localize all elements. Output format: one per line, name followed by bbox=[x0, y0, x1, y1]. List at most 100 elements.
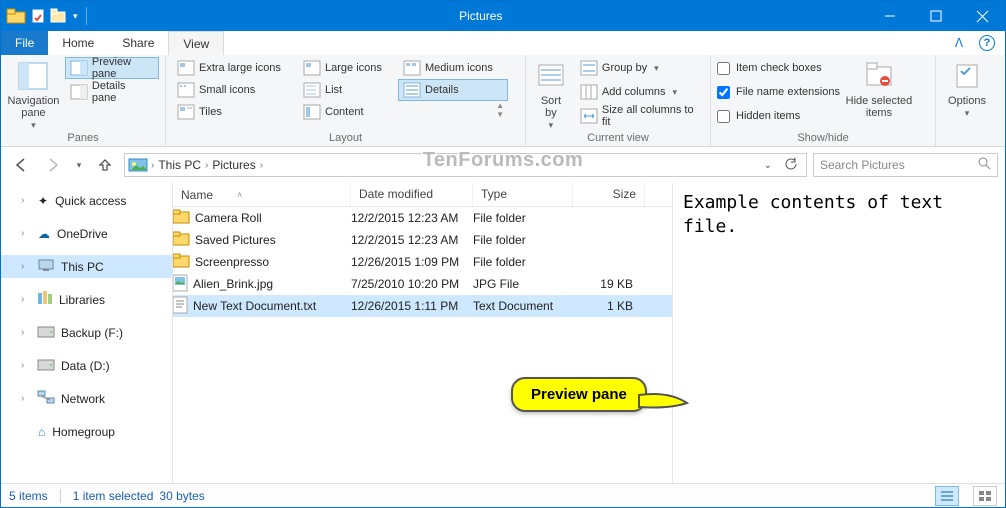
back-button[interactable] bbox=[8, 152, 34, 178]
size-columns-button[interactable]: Size all columns to fit bbox=[575, 105, 704, 127]
scroll-up-icon[interactable]: ▲ bbox=[496, 101, 504, 110]
group-by-button[interactable]: Group by▾ bbox=[575, 57, 704, 79]
group-options: Options ▾ bbox=[936, 55, 996, 146]
main-area: ›✦Quick access ›☁OneDrive ›This PC ›Libr… bbox=[1, 183, 1005, 483]
txt-icon bbox=[173, 297, 187, 316]
refresh-icon[interactable] bbox=[780, 157, 802, 174]
layout-tiles[interactable]: Tiles bbox=[172, 101, 298, 123]
nav-data-drive[interactable]: ›Data (D:) bbox=[1, 354, 172, 377]
status-selected-size: 30 bytes bbox=[159, 489, 204, 503]
ribbon-tabs: File Home Share View ᐱ ? bbox=[1, 31, 1005, 55]
search-placeholder: Search Pictures bbox=[820, 158, 905, 172]
nav-network[interactable]: ›Network bbox=[1, 387, 172, 410]
file-list: Name˄ Date modified Type Size Camera Rol… bbox=[173, 183, 672, 483]
properties-icon[interactable] bbox=[31, 9, 45, 23]
table-row[interactable]: Screenpresso12/26/2015 1:09 PMFile folde… bbox=[173, 251, 672, 273]
title-bar: ▾ Pictures bbox=[1, 1, 1005, 31]
tab-file[interactable]: File bbox=[1, 31, 48, 55]
table-row[interactable]: Camera Roll12/2/2015 12:23 AMFile folder bbox=[173, 207, 672, 229]
group-show-hide: Item check boxes File name extensions Hi… bbox=[711, 55, 936, 146]
table-row[interactable]: New Text Document.txt12/26/2015 1:11 PMT… bbox=[173, 295, 672, 317]
item-check-boxes-toggle[interactable]: Item check boxes bbox=[717, 57, 840, 79]
layout-large[interactable]: Large icons bbox=[298, 57, 398, 79]
navigation-bar: ▾ › This PC › Pictures › ⌄ Search Pictur… bbox=[1, 147, 1005, 183]
nav-quick-access[interactable]: ›✦Quick access bbox=[1, 189, 172, 212]
layout-small[interactable]: Small icons bbox=[172, 79, 298, 101]
navigation-pane-button[interactable]: Navigation pane ▾ bbox=[7, 57, 60, 131]
layout-content[interactable]: Content bbox=[298, 101, 398, 123]
table-row[interactable]: Saved Pictures12/2/2015 12:23 AMFile fol… bbox=[173, 229, 672, 251]
sort-by-button[interactable]: Sort by ▾ bbox=[532, 57, 570, 131]
navigation-pane: ›✦Quick access ›☁OneDrive ›This PC ›Libr… bbox=[1, 183, 173, 483]
cloud-icon: ☁ bbox=[38, 227, 50, 241]
nav-libraries[interactable]: ›Libraries bbox=[1, 288, 172, 311]
status-selected-count: 1 item selected bbox=[73, 489, 154, 503]
pc-icon bbox=[38, 259, 54, 274]
status-bar: 5 items 1 item selected 30 bytes bbox=[1, 483, 1005, 507]
recent-dropdown[interactable]: ▾ bbox=[72, 152, 86, 178]
col-size[interactable]: Size bbox=[573, 183, 645, 206]
options-button[interactable]: Options ▾ bbox=[942, 57, 992, 119]
dropdown-icon: ▾ bbox=[31, 121, 36, 131]
tab-share[interactable]: Share bbox=[108, 31, 168, 55]
view-details-icon[interactable] bbox=[935, 486, 959, 506]
folder-icon bbox=[7, 9, 25, 23]
forward-button[interactable] bbox=[40, 152, 66, 178]
add-columns-button[interactable]: Add columns▾ bbox=[575, 81, 704, 103]
jpg-icon bbox=[173, 275, 187, 294]
callout-annotation: Preview pane bbox=[511, 377, 647, 412]
preview-pane-button[interactable]: Preview pane bbox=[65, 57, 159, 79]
dropdown-icon: ▾ bbox=[965, 109, 970, 119]
folder-icon bbox=[173, 232, 189, 248]
group-panes: Navigation pane ▾ Preview pane Details p… bbox=[1, 55, 166, 146]
minimize-button[interactable] bbox=[867, 1, 913, 31]
search-box[interactable]: Search Pictures bbox=[813, 153, 998, 177]
window-title: Pictures bbox=[95, 9, 867, 23]
table-row[interactable]: Alien_Brink.jpg7/25/2010 10:20 PMJPG Fil… bbox=[173, 273, 672, 295]
new-folder-icon[interactable] bbox=[51, 9, 67, 23]
chevron-right-icon[interactable]: › bbox=[151, 160, 154, 171]
tab-view[interactable]: View bbox=[168, 31, 224, 55]
chevron-right-icon[interactable]: › bbox=[205, 160, 208, 171]
column-headers: Name˄ Date modified Type Size bbox=[173, 183, 672, 207]
libraries-icon bbox=[38, 291, 52, 308]
ribbon-collapse-icon[interactable]: ᐱ bbox=[939, 31, 979, 55]
pictures-folder-icon bbox=[129, 157, 147, 174]
layout-details[interactable]: Details bbox=[398, 79, 508, 101]
col-date[interactable]: Date modified bbox=[351, 183, 473, 206]
nav-backup-drive[interactable]: ›Backup (F:) bbox=[1, 321, 172, 344]
help-icon[interactable]: ? bbox=[979, 35, 995, 51]
hide-selected-button[interactable]: Hide selected items bbox=[845, 57, 913, 127]
up-button[interactable] bbox=[92, 152, 118, 178]
folder-icon bbox=[173, 254, 189, 270]
nav-onedrive[interactable]: ›☁OneDrive bbox=[1, 222, 172, 245]
homegroup-icon: ⌂ bbox=[38, 425, 45, 439]
star-icon: ✦ bbox=[38, 194, 48, 208]
file-extensions-toggle[interactable]: File name extensions bbox=[717, 81, 840, 103]
drive-icon bbox=[38, 359, 54, 373]
tab-home[interactable]: Home bbox=[48, 31, 108, 55]
layout-list[interactable]: List bbox=[298, 79, 398, 101]
qat-dropdown-icon[interactable]: ▾ bbox=[73, 11, 78, 22]
hidden-items-toggle[interactable]: Hidden items bbox=[717, 105, 840, 127]
scroll-down-icon[interactable]: ▼ bbox=[496, 110, 504, 119]
address-dropdown-icon[interactable]: ⌄ bbox=[760, 160, 776, 171]
sort-asc-icon: ˄ bbox=[237, 190, 242, 200]
maximize-button[interactable] bbox=[913, 1, 959, 31]
layout-extra-large[interactable]: Extra large icons bbox=[172, 57, 298, 79]
col-type[interactable]: Type bbox=[473, 183, 573, 206]
details-pane-button[interactable]: Details pane bbox=[65, 81, 159, 103]
col-name[interactable]: Name˄ bbox=[173, 183, 351, 206]
quick-access-toolbar: ▾ bbox=[1, 7, 95, 25]
close-button[interactable] bbox=[959, 1, 1005, 31]
nav-this-pc[interactable]: ›This PC bbox=[1, 255, 172, 278]
network-icon bbox=[38, 391, 54, 406]
breadcrumb-pictures[interactable]: Pictures bbox=[212, 158, 255, 172]
view-thumbnails-icon[interactable] bbox=[973, 486, 997, 506]
chevron-right-icon[interactable]: › bbox=[260, 160, 263, 171]
nav-homegroup[interactable]: ⌂Homegroup bbox=[1, 420, 172, 443]
breadcrumb-this-pc[interactable]: This PC bbox=[158, 158, 201, 172]
address-bar[interactable]: › This PC › Pictures › ⌄ bbox=[124, 153, 807, 177]
preview-pane: Example contents of text file. bbox=[672, 183, 1005, 483]
layout-medium[interactable]: Medium icons bbox=[398, 57, 508, 79]
